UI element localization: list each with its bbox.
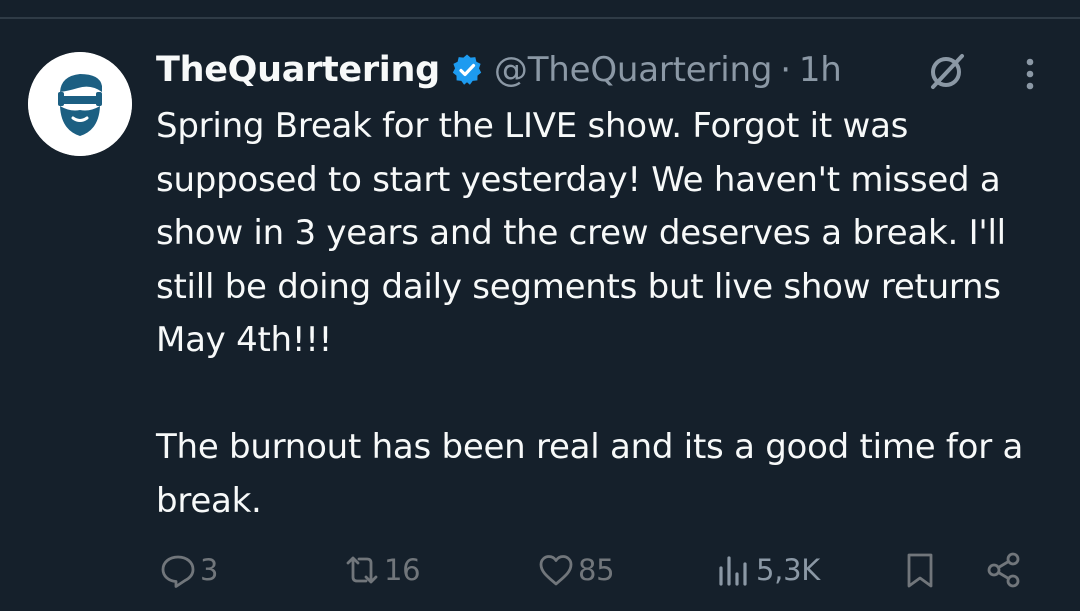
analytics-icon [714, 550, 754, 590]
share-button[interactable] [984, 540, 1024, 600]
post-paragraph: Spring Break for the LIVE show. Forgot i… [156, 106, 1006, 360]
author-display-name[interactable]: TheQuartering [156, 50, 440, 90]
post-timestamp[interactable]: 1h [799, 50, 842, 90]
repost-button[interactable]: 16 [342, 540, 421, 600]
divider [0, 17, 1080, 19]
separator-dot: · [780, 50, 791, 90]
heart-icon [536, 550, 576, 590]
grok-icon[interactable] [926, 50, 968, 92]
bookmark-button[interactable] [900, 540, 940, 600]
reply-count: 3 [200, 553, 219, 587]
verified-badge-icon[interactable] [450, 53, 484, 87]
author-handle[interactable]: @TheQuartering [494, 50, 773, 90]
like-count: 85 [578, 553, 615, 587]
reply-icon [158, 550, 198, 590]
views-button[interactable]: 5,3K [714, 540, 820, 600]
repost-icon [342, 550, 382, 590]
post-text: Spring Break for the LIVE show. Forgot i… [156, 100, 1056, 528]
reply-button[interactable]: 3 [158, 540, 218, 600]
post-paragraph: The burnout has been real and its a good… [156, 427, 1024, 521]
bookmark-icon [900, 550, 940, 590]
views-count: 5,3K [756, 553, 820, 587]
share-icon [984, 550, 1024, 590]
avatar[interactable] [28, 52, 132, 156]
bearded-man-avatar-icon [28, 52, 132, 156]
like-button[interactable]: 85 [536, 540, 615, 600]
post-actions: 3 16 85 5,3K [0, 540, 1080, 600]
more-options-icon[interactable] [1016, 56, 1044, 92]
repost-count: 16 [384, 553, 421, 587]
post-header: TheQuartering @TheQuartering · 1h [156, 42, 842, 98]
